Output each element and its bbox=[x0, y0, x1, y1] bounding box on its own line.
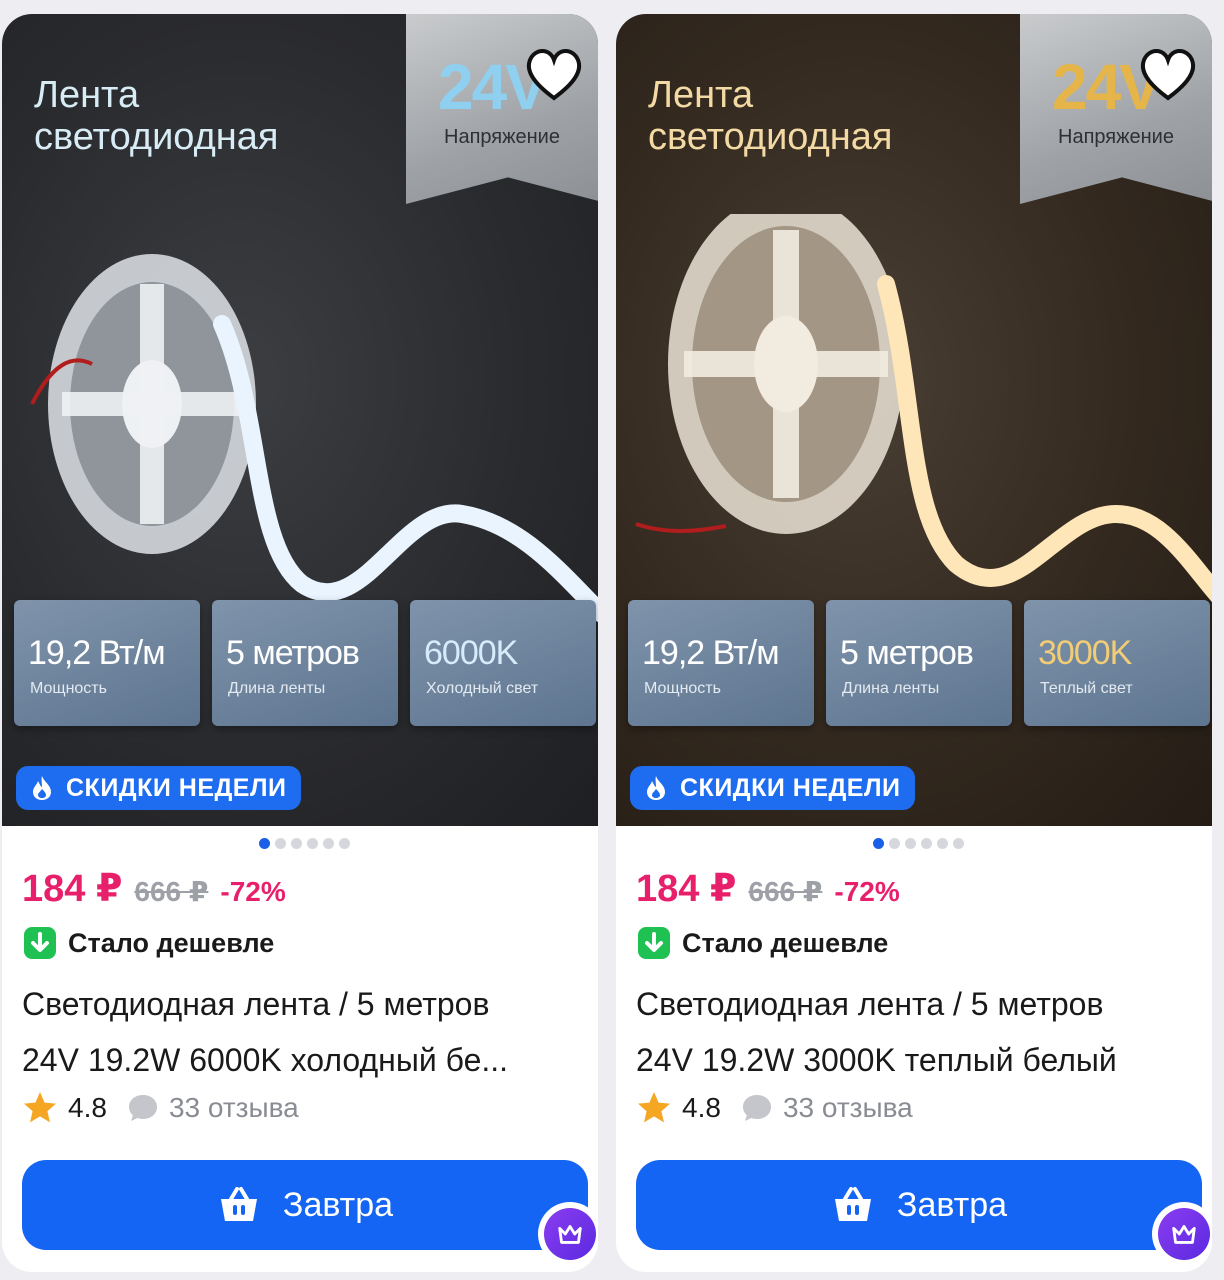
spec-label: Мощность bbox=[644, 680, 721, 697]
reel bbox=[48, 254, 256, 554]
spec-value: 5 метров bbox=[226, 634, 360, 672]
spec-label: Длина ленты bbox=[228, 680, 326, 697]
arrow-down-icon bbox=[24, 927, 56, 959]
arrow-down-icon bbox=[638, 927, 670, 959]
current-price: 184 ₽ bbox=[22, 868, 123, 910]
spec-value: 19,2 Вт/м bbox=[642, 634, 780, 672]
pagination-dot[interactable] bbox=[905, 838, 916, 849]
spec-color-temp: 6000K Холодный свет bbox=[410, 600, 596, 726]
rating-row[interactable]: 4.8 33 отзыва bbox=[636, 1090, 913, 1126]
spec-value: 5 метров bbox=[840, 634, 974, 672]
discount-percent: -72% bbox=[834, 876, 900, 907]
star-icon bbox=[638, 1092, 670, 1123]
premium-badge bbox=[538, 1202, 598, 1266]
product-photo[interactable]: Лента светодиодная 24V Напряжение 19,2 В… bbox=[616, 14, 1212, 826]
product-title[interactable]: Светодиодная лента / 5 метров 24V 19.2W … bbox=[636, 976, 1202, 1088]
old-price: 666 ₽ bbox=[748, 876, 823, 907]
pagination-dot[interactable] bbox=[323, 838, 334, 849]
add-to-cart-button[interactable]: Завтра bbox=[22, 1160, 588, 1250]
gallery-pagination bbox=[259, 838, 350, 849]
pagination-dot[interactable] bbox=[937, 838, 948, 849]
spec-value: 19,2 Вт/м bbox=[28, 634, 166, 672]
pagination-dot[interactable] bbox=[889, 838, 900, 849]
premium-badge bbox=[1152, 1202, 1212, 1266]
gallery-pagination bbox=[873, 838, 964, 849]
heart-icon[interactable] bbox=[1136, 44, 1200, 104]
promo-badge[interactable]: СКИДКИ НЕДЕЛИ bbox=[16, 766, 301, 810]
reviews-count: 33 отзыва bbox=[168, 1092, 299, 1123]
fire-icon bbox=[33, 776, 51, 800]
star-icon bbox=[24, 1092, 56, 1123]
rating-row[interactable]: 4.8 33 отзыва bbox=[22, 1090, 299, 1126]
spec-value: 3000K bbox=[1038, 634, 1132, 672]
title-line: Светодиодная лента / 5 метров bbox=[636, 986, 1104, 1022]
pagination-dot[interactable] bbox=[307, 838, 318, 849]
add-to-cart-label: Завтра bbox=[896, 1185, 1008, 1224]
headline-line: Лента bbox=[34, 74, 140, 116]
current-price: 184 ₽ bbox=[636, 868, 737, 910]
spec-value: 6000K bbox=[424, 634, 518, 672]
voltage-label: Напряжение bbox=[444, 126, 560, 148]
headline-line: Лента bbox=[648, 74, 754, 116]
spec-label: Теплый свет bbox=[1040, 680, 1133, 697]
basket-icon bbox=[220, 1187, 257, 1221]
comment-icon bbox=[742, 1095, 771, 1121]
photo-headline: Лента светодиодная bbox=[34, 74, 278, 158]
reviews-count: 33 отзыва bbox=[782, 1092, 913, 1123]
add-to-cart-button[interactable]: Завтра bbox=[636, 1160, 1202, 1250]
promo-badge[interactable]: СКИДКИ НЕДЕЛИ bbox=[630, 766, 915, 810]
product-photo[interactable]: Лента светодиодная 24V Напряжение 19,2 В… bbox=[2, 14, 598, 826]
spec-color-temp: 3000K Теплый свет bbox=[1024, 600, 1210, 726]
price-drop-badge: Стало дешевле bbox=[24, 927, 274, 959]
heart-icon[interactable] bbox=[522, 44, 586, 104]
comment-icon bbox=[128, 1095, 157, 1121]
product-card[interactable]: Лента светодиодная 24V Напряжение 19,2 В… bbox=[2, 14, 598, 1272]
product-card[interactable]: Лента светодиодная 24V Напряжение 19,2 В… bbox=[616, 14, 1212, 1272]
spec-label: Длина ленты bbox=[842, 680, 940, 697]
pagination-dot[interactable] bbox=[873, 838, 884, 849]
old-price: 666 ₽ bbox=[134, 876, 209, 907]
pagination-dot[interactable] bbox=[953, 838, 964, 849]
promo-label: СКИДКИ НЕДЕЛИ bbox=[66, 773, 287, 802]
led-strip bbox=[213, 315, 598, 623]
voltage-tag: 24V Напряжение bbox=[406, 14, 598, 204]
title-line: 24V 19.2W 6000K холодный бе... bbox=[22, 1042, 509, 1078]
spec-length: 5 метров Длина ленты bbox=[826, 600, 1012, 726]
photo-headline: Лента светодиодная bbox=[648, 74, 892, 158]
pagination-dot[interactable] bbox=[339, 838, 350, 849]
pagination-dot[interactable] bbox=[921, 838, 932, 849]
fire-icon bbox=[647, 776, 665, 800]
led-strip bbox=[877, 275, 1212, 603]
pagination-dot[interactable] bbox=[275, 838, 286, 849]
pagination-dot[interactable] bbox=[291, 838, 302, 849]
wire bbox=[635, 522, 727, 533]
headline-line: светодиодная bbox=[648, 116, 893, 158]
price-row: 184 ₽ 666 ₽ -72% bbox=[636, 866, 900, 911]
crown-icon bbox=[1172, 1225, 1196, 1244]
voltage-tag: 24V Напряжение bbox=[1020, 14, 1212, 204]
title-line: 24V 19.2W 3000K теплый белый bbox=[636, 1042, 1117, 1078]
rating-value: 4.8 bbox=[68, 1092, 107, 1123]
reel bbox=[668, 214, 904, 534]
basket-icon bbox=[834, 1187, 871, 1221]
product-title[interactable]: Светодиодная лента / 5 метров 24V 19.2W … bbox=[22, 976, 588, 1088]
spec-label: Холодный свет bbox=[426, 680, 539, 697]
discount-percent: -72% bbox=[220, 876, 286, 907]
price-row: 184 ₽ 666 ₽ -72% bbox=[22, 866, 286, 911]
headline-line: светодиодная bbox=[34, 116, 279, 158]
spec-label: Мощность bbox=[30, 680, 107, 697]
spec-power: 19,2 Вт/м Мощность bbox=[628, 600, 814, 726]
title-line: Светодиодная лента / 5 метров bbox=[22, 986, 490, 1022]
promo-label: СКИДКИ НЕДЕЛИ bbox=[680, 773, 901, 802]
rating-value: 4.8 bbox=[682, 1092, 721, 1123]
crown-icon bbox=[558, 1225, 582, 1244]
spec-power: 19,2 Вт/м Мощность bbox=[14, 600, 200, 726]
price-drop-label: Стало дешевле bbox=[682, 927, 889, 958]
spec-length: 5 метров Длина ленты bbox=[212, 600, 398, 726]
price-drop-label: Стало дешевле bbox=[68, 927, 275, 958]
add-to-cart-label: Завтра bbox=[282, 1185, 394, 1224]
pagination-dot[interactable] bbox=[259, 838, 270, 849]
price-drop-badge: Стало дешевле bbox=[638, 927, 888, 959]
voltage-label: Напряжение bbox=[1058, 126, 1174, 148]
